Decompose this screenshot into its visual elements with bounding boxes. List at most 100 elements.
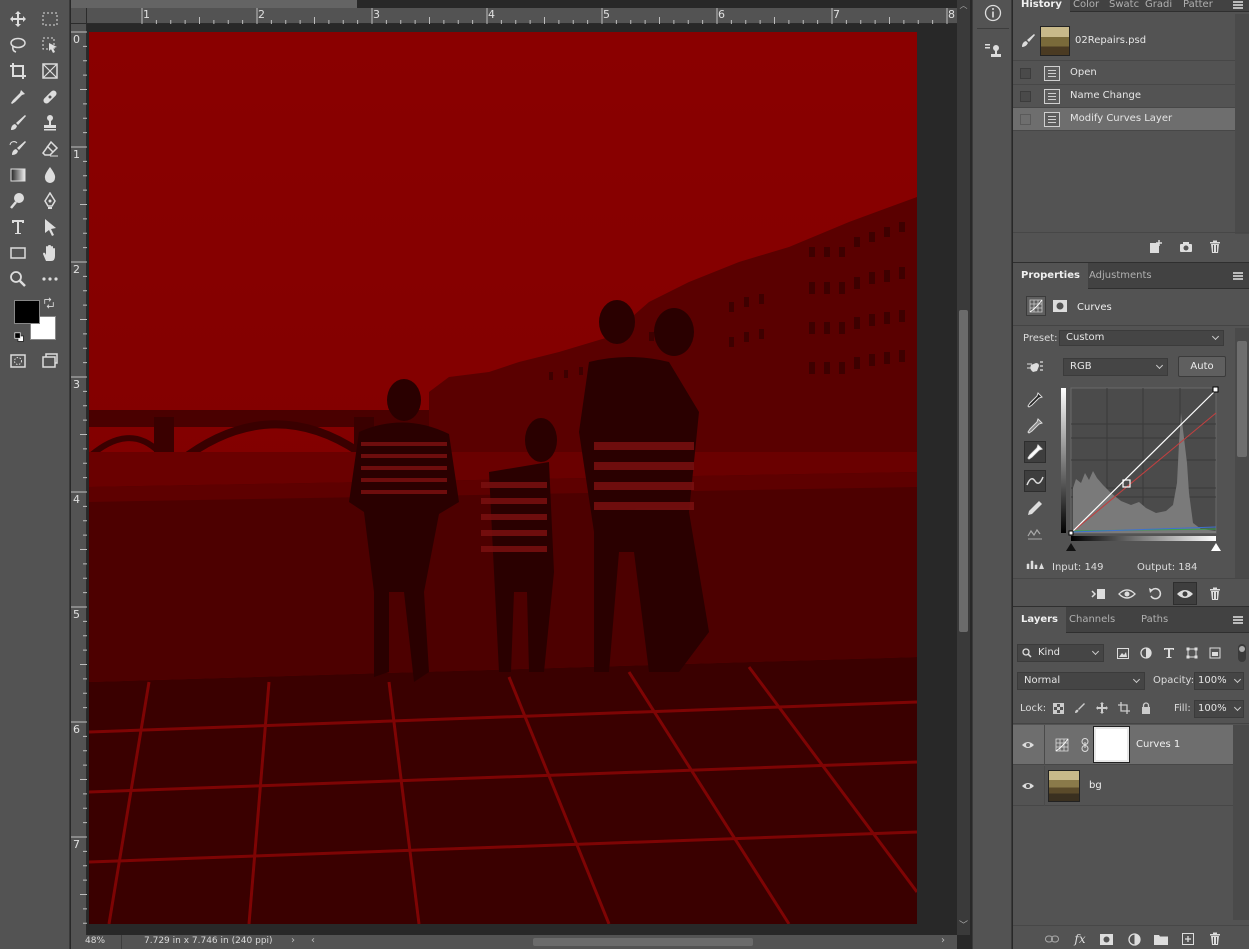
layers-scrollbar[interactable] — [1233, 725, 1249, 920]
horizontal-scrollbar-thumb[interactable] — [533, 938, 753, 946]
scroll-right-arrow-icon[interactable]: › — [941, 935, 945, 946]
add-mask-icon[interactable] — [1097, 930, 1115, 948]
lock-artboard-icon[interactable] — [1116, 700, 1132, 716]
trash-icon[interactable] — [1205, 585, 1225, 603]
layer-style-fx-icon[interactable]: fx — [1071, 930, 1089, 948]
history-scrollbar[interactable] — [1235, 14, 1249, 234]
filter-shape-icon[interactable] — [1183, 644, 1201, 662]
reset-icon[interactable] — [1146, 585, 1166, 603]
lock-position-icon[interactable] — [1094, 700, 1110, 716]
history-source-checkbox[interactable] — [1020, 68, 1031, 79]
history-brush-tool-icon[interactable] — [6, 138, 30, 160]
scroll-left-arrow-icon[interactable]: ‹ — [311, 935, 315, 946]
zoom-level[interactable]: 48% — [85, 936, 105, 946]
black-point-slider[interactable] — [1066, 543, 1076, 551]
tab-layers[interactable]: Layers — [1013, 607, 1066, 633]
type-tool-icon[interactable] — [6, 216, 30, 238]
new-adjustment-layer-icon[interactable] — [1125, 930, 1143, 948]
zoom-tool-icon[interactable] — [6, 268, 30, 290]
history-item[interactable]: Modify Curves Layer — [1013, 108, 1235, 131]
new-document-from-state-icon[interactable] — [1147, 238, 1165, 256]
object-select-tool-icon[interactable] — [38, 34, 62, 56]
view-previous-state-icon[interactable] — [1117, 585, 1137, 603]
new-layer-icon[interactable] — [1179, 930, 1197, 948]
panel-menu-icon[interactable] — [1233, 616, 1243, 624]
healing-brush-tool-icon[interactable] — [38, 86, 62, 108]
draw-curve-pencil-icon[interactable] — [1024, 497, 1046, 519]
layer-row[interactable]: bg — [1013, 766, 1233, 806]
tab-patterns[interactable]: Patter — [1175, 0, 1221, 12]
frame-tool-icon[interactable] — [38, 60, 62, 82]
new-group-folder-icon[interactable] — [1152, 930, 1170, 948]
history-brush-source-icon[interactable] — [1019, 32, 1037, 50]
screen-mode-icon[interactable] — [38, 350, 62, 372]
filter-toggle[interactable] — [1238, 644, 1246, 662]
toggle-visibility-icon[interactable] — [1173, 582, 1197, 605]
tab-adjustments[interactable]: Adjustments — [1081, 263, 1160, 289]
preset-dropdown[interactable]: Custom — [1059, 330, 1224, 346]
marquee-tool-icon[interactable] — [38, 8, 62, 30]
scroll-up-arrow[interactable]: ︿ — [957, 0, 970, 10]
visibility-eye-icon[interactable] — [1019, 778, 1037, 794]
blend-mode-dropdown[interactable]: Normal — [1017, 672, 1145, 690]
tab-history[interactable]: History — [1013, 0, 1070, 12]
document-size-info[interactable]: 7.729 in x 7.746 in (240 ppi) — [144, 936, 273, 946]
tab-channels[interactable]: Channels — [1061, 607, 1123, 633]
lock-all-icon[interactable] — [1138, 700, 1154, 716]
filter-pixel-icon[interactable] — [1114, 644, 1132, 662]
rectangle-tool-icon[interactable] — [6, 242, 30, 264]
history-item[interactable]: Name Change — [1013, 85, 1235, 108]
layer-mask-thumbnail[interactable] — [1093, 726, 1130, 763]
clip-to-layer-icon[interactable] — [1088, 585, 1108, 603]
filter-type-icon[interactable] — [1160, 644, 1178, 662]
edit-points-curve-icon[interactable] — [1024, 470, 1046, 492]
hand-tool-icon[interactable] — [38, 242, 62, 264]
layer-mask-icon[interactable] — [1050, 296, 1070, 316]
gray-point-eyedropper-icon[interactable] — [1024, 415, 1046, 437]
auto-button[interactable]: Auto — [1178, 356, 1226, 377]
document-canvas[interactable] — [89, 32, 917, 924]
link-layers-icon[interactable] — [1043, 930, 1061, 948]
layer-name[interactable]: Curves 1 — [1136, 739, 1180, 750]
tab-properties[interactable]: Properties — [1013, 263, 1088, 289]
curves-graph[interactable] — [1061, 383, 1221, 543]
opacity-input[interactable]: 100% — [1194, 672, 1244, 690]
black-point-eyedropper-icon[interactable] — [1024, 389, 1046, 411]
panel-menu-icon[interactable] — [1233, 272, 1243, 280]
properties-scrollbar-thumb[interactable] — [1237, 341, 1247, 457]
curves-adjustment-icon[interactable] — [1026, 296, 1046, 316]
gradient-tool-icon[interactable] — [6, 164, 30, 186]
dodge-tool-icon[interactable] — [6, 190, 30, 212]
eyedropper-tool-icon[interactable] — [6, 86, 30, 108]
tab-gradients[interactable]: Gradi — [1137, 0, 1180, 12]
histogram-warning-icon[interactable] — [1024, 555, 1046, 573]
quick-mask-icon[interactable] — [6, 350, 30, 372]
layer-name[interactable]: bg — [1089, 780, 1102, 791]
pen-tool-icon[interactable] — [38, 190, 62, 212]
camera-icon[interactable] — [1177, 238, 1195, 256]
layer-row[interactable]: Curves 1 — [1013, 725, 1233, 765]
lasso-tool-icon[interactable] — [6, 34, 30, 56]
smooth-curve-icon[interactable] — [1024, 523, 1046, 545]
chain-link-icon[interactable] — [1079, 737, 1091, 753]
filter-smart-object-icon[interactable] — [1206, 644, 1224, 662]
move-tool-icon[interactable] — [6, 8, 30, 30]
fill-input[interactable]: 100% — [1194, 700, 1244, 718]
ruler-origin[interactable] — [71, 8, 87, 24]
clone-stamp-tool-icon[interactable] — [38, 112, 62, 134]
more-tools-icon[interactable] — [38, 268, 62, 290]
trash-icon[interactable] — [1206, 238, 1224, 256]
visibility-eye-icon[interactable] — [1019, 737, 1037, 753]
on-image-adjust-icon[interactable] — [1024, 357, 1046, 377]
history-snapshot[interactable]: 02Repairs.psd — [1013, 22, 1235, 61]
default-colors-icon[interactable] — [12, 330, 26, 344]
swap-colors-icon[interactable] — [42, 296, 56, 310]
channel-dropdown[interactable]: RGB — [1063, 358, 1168, 376]
history-item[interactable]: Open — [1013, 62, 1235, 85]
info-icon[interactable] — [982, 2, 1004, 24]
trash-icon[interactable] — [1206, 930, 1224, 948]
brush-tool-icon[interactable] — [6, 112, 30, 134]
filter-adjustment-icon[interactable] — [1137, 644, 1155, 662]
blur-tool-icon[interactable] — [38, 164, 62, 186]
history-source-checkbox[interactable] — [1020, 114, 1031, 125]
